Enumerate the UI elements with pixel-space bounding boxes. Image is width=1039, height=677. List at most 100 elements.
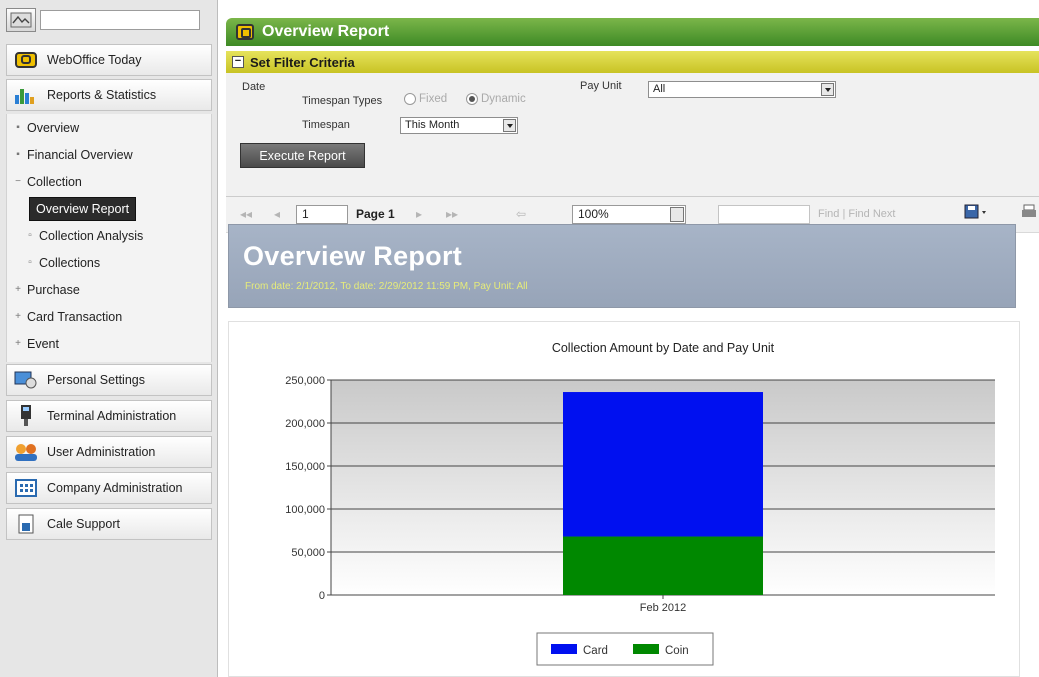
legend-label: Card [583,645,608,657]
prev-page-icon[interactable]: ◂ [274,207,280,221]
bar-card [563,392,763,537]
nav-label: Terminal Administration [47,409,177,423]
subnav-overview-report[interactable]: Overview Report [7,195,211,222]
zoom-value: 100% [578,207,609,221]
bar-coin [563,536,763,595]
subnav-label: Purchase [27,282,80,297]
x-tick-label: Feb 2012 [640,602,686,614]
subnav-label: Financial Overview [27,147,133,162]
collection-chart: Collection Amount by Date and Pay Unit 0 5… [285,341,995,666]
chevron-down-icon[interactable] [821,83,834,96]
timespan-label: Timespan [302,119,350,131]
chevron-down-icon[interactable] [503,119,516,132]
y-tick-label: 200,000 [285,418,325,430]
nav-label: WebOffice Today [47,53,142,67]
radio-dynamic-label: Dynamic [481,93,526,105]
find-input[interactable] [718,205,810,224]
radio-dynamic[interactable]: Dynamic [466,93,526,105]
date-label: Date [242,81,266,93]
subnav-label: Collection [27,174,82,189]
logo-icon[interactable] [6,8,36,32]
nav-company-administration[interactable]: Company Administration [6,472,212,504]
personal-settings-icon [13,369,39,391]
radio-fixed[interactable]: Fixed [404,93,447,105]
payunit-label: Pay Unit [580,80,622,92]
subnav-label: Collection Analysis [39,228,144,243]
top-search [6,6,212,34]
nav-label: User Administration [47,445,156,459]
sidebar: WebOffice Today Reports & Statistics ▪ Ov… [0,0,218,677]
collapse-icon[interactable]: − [232,56,244,68]
subnav-selected-label: Overview Report [29,196,137,221]
subnav-label: Collections [39,255,101,270]
filter-header[interactable]: − Set Filter Criteria [226,51,1039,73]
subnav-collections[interactable]: ▫ Collections [7,249,211,276]
subnav-collection-analysis[interactable]: ▫ Collection Analysis [7,222,211,249]
page-title: Overview Report [262,23,390,40]
execute-report-button[interactable]: Execute Report [240,143,365,168]
legend-label: Coin [665,645,689,657]
company-icon [13,477,39,499]
page-number-input[interactable]: 1 [296,205,348,224]
chevron-down-icon[interactable] [670,207,684,222]
page-number-value: 1 [302,207,309,221]
timespan-value: This Month [405,119,460,131]
chart-title: Collection Amount by Date and Pay Unit [552,341,775,355]
subnav-card-transaction[interactable]: + Card Transaction [7,303,211,330]
nav-personal-settings[interactable]: Personal Settings [6,364,212,396]
print-icon[interactable] [1022,204,1036,223]
support-icon [13,513,39,535]
y-tick-label: 150,000 [285,461,325,473]
nav-cale-support[interactable]: Cale Support [6,508,212,540]
nav-user-administration[interactable]: User Administration [6,436,212,468]
timespan-select[interactable]: This Month [400,117,518,134]
nav-label: Personal Settings [47,373,145,387]
expand-icon: + [15,338,21,349]
radio-button[interactable] [404,93,416,105]
find-links[interactable]: Find | Find Next [818,208,895,220]
main-content: Overview Report − Set Filter Criteria Da… [226,18,1039,677]
report-subtitle: From date: 2/1/2012, To date: 2/29/2012 … [245,281,528,292]
first-page-icon[interactable]: ◂◂ [240,207,252,221]
y-tick-label: 50,000 [291,547,325,559]
subnav-overview[interactable]: ▪ Overview [7,114,211,141]
export-icon[interactable] [964,204,988,223]
y-tick-label: 100,000 [285,504,325,516]
nav-weboffice-today[interactable]: WebOffice Today [6,44,212,76]
zoom-select[interactable]: 100% [572,205,686,224]
payunit-select[interactable]: All [648,81,836,98]
subnav-label: Event [27,336,59,351]
radio-button[interactable] [466,93,478,105]
bullet-icon: ▪ [16,149,20,160]
expand-icon: + [15,284,21,295]
weboffice-icon [13,49,39,71]
y-tick-label: 0 [319,590,325,602]
subnav-event[interactable]: + Event [7,330,211,357]
next-page-icon[interactable]: ▸ [416,207,422,221]
legend-swatch-card [551,644,577,654]
reports-subnav: ▪ Overview ▪ Financial Overview − Collectio… [6,114,212,362]
collapse-icon: − [15,176,21,187]
nav-reports-statistics[interactable]: Reports & Statistics [6,79,212,111]
terminal-icon [13,405,39,427]
subnav-collection[interactable]: − Collection [7,168,211,195]
last-page-icon[interactable]: ▸▸ [446,207,458,221]
bullet-icon: ▪ [16,122,20,133]
report-header: Overview Report From date: 2/1/2012, To … [228,224,1016,308]
nav-terminal-administration[interactable]: Terminal Administration [6,400,212,432]
subnav-label: Overview [27,120,80,135]
chart-container: Collection Amount by Date and Pay Unit 0 5… [228,321,1020,677]
radio-fixed-label: Fixed [419,93,448,105]
users-icon [13,441,39,463]
nav-label: Cale Support [47,517,120,531]
subnav-purchase[interactable]: + Purchase [7,276,211,303]
nav-label: Company Administration [47,481,183,495]
expand-icon: + [15,311,21,322]
subnav-financial-overview[interactable]: ▪ Financial Overview [7,141,211,168]
payunit-value: All [653,83,666,95]
report-title: Overview Report [243,241,463,271]
report-icon [236,24,254,40]
sidebar-search-input[interactable] [40,10,200,30]
timespan-types-label: Timespan Types [302,95,383,107]
back-icon[interactable]: ⇦ [516,207,526,221]
